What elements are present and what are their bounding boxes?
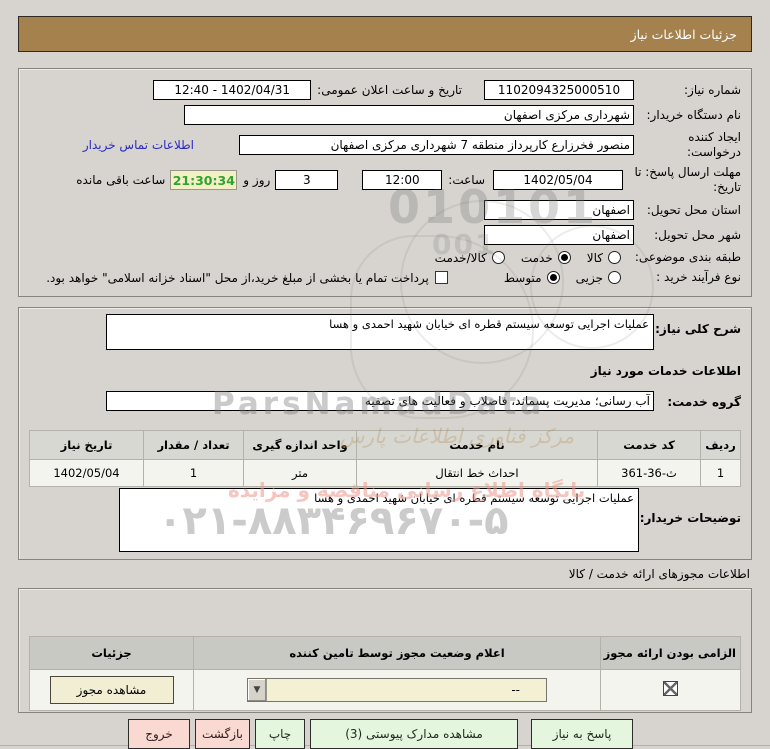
services-panel: شرح کلی نیاز: عملیات اجرایی توسعه سیستم … xyxy=(18,307,752,560)
permit-details-cell: مشاهده مجوز xyxy=(29,669,194,711)
remaining-days-input[interactable]: 3 xyxy=(275,170,339,190)
category-option-service[interactable]: خدمت xyxy=(521,251,571,265)
radio-selected-icon[interactable] xyxy=(557,251,571,264)
service-table-header-row: ردیف کد خدمت نام خدمت واحد اندازه گیری ت… xyxy=(29,430,741,460)
buyer-org-label: نام دستگاه خریدار: xyxy=(646,107,742,122)
delivery-city-row: شهر محل تحویل: اصفهان xyxy=(29,225,741,245)
deadline-label: مهلت ارسال پاسخ: تا تاریخ: xyxy=(634,165,741,194)
col-row-number: ردیف xyxy=(700,430,741,460)
permits-table: الزامی بودن ارائه مجوز اعلام وضعیت مجوز … xyxy=(29,636,741,711)
col-service-name: نام خدمت xyxy=(356,430,598,460)
cell-row-number: 1 xyxy=(700,459,741,487)
col-permit-status: اعلام وضعیت مجوز توسط تامین کننده xyxy=(193,636,601,670)
service-group-label: گروه خدمت: xyxy=(667,395,741,409)
cell-need-date: 1402/05/04 xyxy=(29,459,144,487)
category-option-goods[interactable]: کالا xyxy=(587,251,621,265)
cell-quantity: 1 xyxy=(143,459,244,487)
radio-icon[interactable] xyxy=(491,251,505,264)
page-title: جزئیات اطلاعات نیاز xyxy=(630,26,737,42)
announce-datetime-label: تاریخ و ساعت اعلان عمومی: xyxy=(317,83,462,97)
need-number-input[interactable]: 1102094325000510 xyxy=(484,80,634,100)
permit-status-value: -- xyxy=(511,683,520,697)
general-info-panel: شماره نیاز: 1102094325000510 تاریخ و ساع… xyxy=(18,68,752,297)
deadline-hour-input[interactable]: 12:00 xyxy=(362,170,443,190)
need-description-label: شرح کلی نیاز: xyxy=(655,322,741,336)
col-need-date: تاریخ نیاز xyxy=(29,430,144,460)
treasury-checkbox[interactable] xyxy=(434,271,448,284)
services-section-title: اطلاعات خدمات مورد نیاز xyxy=(590,364,741,378)
col-service-code: کد خدمت xyxy=(597,430,701,460)
permits-section-title: اطلاعات مجوزهای ارائه خدمت / کالا xyxy=(568,567,750,581)
permit-status-cell: -- ▼ xyxy=(193,669,601,711)
request-creator-row: ایجاد کننده درخواست: منصور فخرزارع کارپر… xyxy=(29,130,741,160)
subject-category-label: طبقه بندی موضوعی: xyxy=(634,250,741,264)
remaining-days-label: روز و xyxy=(243,173,271,187)
category-option-goods-label: کالا xyxy=(586,250,603,265)
countdown-timer: 21:30:34 xyxy=(170,170,238,190)
subject-category-row: طبقه بندی موضوعی: کالا خدمت کالا/خدمت xyxy=(29,250,741,265)
col-unit: واحد اندازه گیری xyxy=(243,430,357,460)
need-description-textarea[interactable]: عملیات اجرایی توسعه سیستم قطره ای خیابان… xyxy=(106,314,654,350)
service-group-input[interactable]: آب رسانی؛ مدیریت پسماند، فاضلاب و فعالیت… xyxy=(106,391,654,411)
process-type-row: نوع فرآیند خرید : جزیی متوسط پرداخت تمام… xyxy=(29,270,741,285)
service-table-row: 1 ث-36-361 احداث خط انتقال متر 1 1402/05… xyxy=(29,459,741,487)
request-creator-input[interactable]: منصور فخرزارع کارپرداز منطقه 7 شهرداری م… xyxy=(239,135,634,155)
process-option-minor[interactable]: جزیی xyxy=(576,271,621,285)
delivery-province-row: استان محل تحویل: اصفهان xyxy=(29,200,741,220)
cell-service-name: احداث خط انتقال xyxy=(356,459,598,487)
col-permit-details: جزئیات xyxy=(29,636,194,670)
permits-data-row: -- ▼ مشاهده مجوز xyxy=(29,669,741,711)
permits-panel: الزامی بودن ارائه مجوز اعلام وضعیت مجوز … xyxy=(18,588,752,713)
category-option-goods-service[interactable]: کالا/خدمت xyxy=(435,251,505,265)
need-number-row: شماره نیاز: 1102094325000510 تاریخ و ساع… xyxy=(29,80,741,100)
process-option-medium[interactable]: متوسط xyxy=(504,271,560,285)
countdown-label: ساعت باقی مانده xyxy=(76,173,166,187)
chevron-down-icon[interactable]: ▼ xyxy=(248,679,267,701)
need-number-label: شماره نیاز: xyxy=(684,82,741,97)
page-title-bar: جزئیات اطلاعات نیاز xyxy=(18,16,752,52)
col-permit-required: الزامی بودن ارائه مجوز xyxy=(600,636,741,670)
buyer-notes-label: توضیحات خریدار: xyxy=(639,511,741,525)
delivery-city-input[interactable]: اصفهان xyxy=(484,225,634,245)
view-permit-button[interactable]: مشاهده مجوز xyxy=(49,676,174,704)
permit-required-cell xyxy=(600,669,741,711)
radio-selected-icon[interactable] xyxy=(546,271,560,284)
buyer-org-input[interactable]: شهرداری مرکزی اصفهان xyxy=(184,105,634,125)
buyer-notes-textarea[interactable]: عملیات اجرایی توسعه سیستم قطره ای خیابان… xyxy=(119,488,639,552)
request-creator-label: ایجاد کننده درخواست: xyxy=(687,130,741,159)
permit-required-checkbox[interactable] xyxy=(663,681,678,696)
need-details-page: { "colors": { "page_bg": "#d7d4cf", "tit… xyxy=(0,0,770,749)
radio-icon[interactable] xyxy=(608,271,621,284)
delivery-province-input[interactable]: اصفهان xyxy=(484,200,634,220)
category-option-service-label: خدمت xyxy=(520,250,553,265)
buyer-org-row: نام دستگاه خریدار: شهرداری مرکزی اصفهان xyxy=(29,105,741,125)
deadline-hour-label: ساعت: xyxy=(448,173,485,187)
delivery-city-label: شهر محل تحویل: xyxy=(654,227,741,242)
service-items-table: ردیف کد خدمت نام خدمت واحد اندازه گیری ت… xyxy=(29,430,741,487)
cell-service-code: ث-36-361 xyxy=(597,459,701,487)
deadline-date-input[interactable]: 1402/05/04 xyxy=(493,170,623,190)
col-quantity: تعداد / مقدار xyxy=(143,430,244,460)
process-option-medium-label: متوسط xyxy=(503,270,542,285)
process-type-label: نوع فرآیند خرید : xyxy=(656,270,741,284)
treasury-checkbox-label: پرداخت تمام یا بخشی از مبلغ خرید،از محل … xyxy=(46,270,429,285)
radio-icon[interactable] xyxy=(608,251,621,264)
cell-unit: متر xyxy=(243,459,357,487)
permits-header-row: الزامی بودن ارائه مجوز اعلام وضعیت مجوز … xyxy=(29,636,741,670)
delivery-province-label: استان محل تحویل: xyxy=(646,202,741,217)
process-option-minor-label: جزیی xyxy=(575,270,603,285)
category-option-goods-service-label: کالا/خدمت xyxy=(434,250,487,265)
buyer-contact-link[interactable]: اطلاعات تماس خریدار xyxy=(83,138,194,152)
announce-datetime-input[interactable]: 1402/04/31 - 12:40 xyxy=(153,80,312,100)
permit-status-select[interactable]: -- ▼ xyxy=(247,678,547,702)
deadline-row: مهلت ارسال پاسخ: تا تاریخ: 1402/05/04 سا… xyxy=(29,165,741,195)
